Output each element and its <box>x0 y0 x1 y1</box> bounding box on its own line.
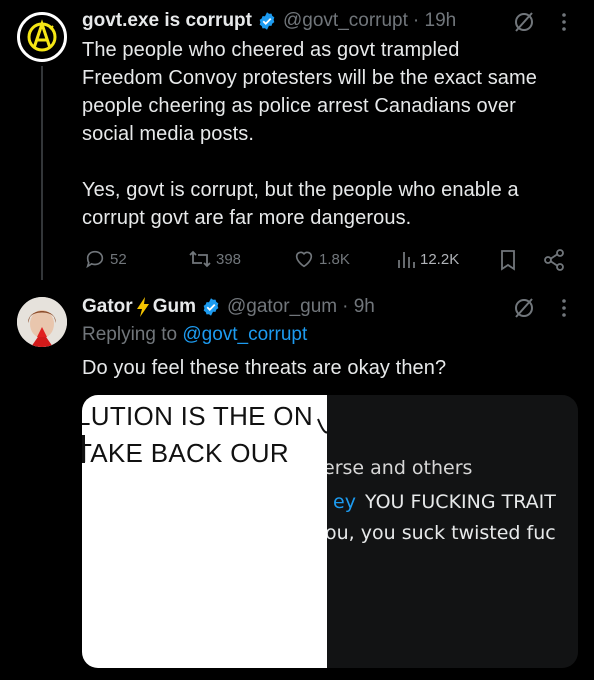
media-text-fragment <box>82 435 85 463</box>
media-text-line: erse and others <box>327 457 473 479</box>
author-handle[interactable]: @govt_corrupt <box>283 10 408 32</box>
tweet-line: Freedom Convoy protesters will be the ex… <box>82 67 537 89</box>
views-button[interactable]: 12.2K <box>396 248 459 270</box>
media-text-line: LUTION IS THE ON <box>82 401 313 431</box>
timestamp[interactable]: · 9h <box>342 296 375 318</box>
media-image-right[interactable]: erse and others ey YOU FUCKING TRAIT ou,… <box>327 395 578 668</box>
timestamp[interactable]: · 19h <box>413 10 456 32</box>
media-image-left[interactable]: LUTION IS THE ON TAKE BACK OUR <box>82 395 327 668</box>
author-handle[interactable]: @gator_gum <box>227 296 337 318</box>
author-name[interactable]: govt.exe is corrupt <box>82 10 252 32</box>
anarchy-avatar-icon <box>20 15 64 59</box>
verified-badge-icon <box>203 298 219 316</box>
user-photo-icon <box>17 297 67 347</box>
retweet-button[interactable]: 398 <box>188 248 241 270</box>
media-text-line: ou, you suck twisted fuc <box>327 522 556 544</box>
media-text-line: TAKE BACK OUR <box>82 438 289 468</box>
replying-prefix: Replying to <box>82 324 178 345</box>
tweet-text: Do you feel these threats are okay then? <box>82 357 447 379</box>
replying-to-link[interactable]: @govt_corrupt <box>182 324 307 345</box>
reply-button[interactable]: 52 <box>84 248 127 270</box>
views-icon <box>398 252 415 268</box>
retweet-count: 398 <box>216 250 242 268</box>
avatar[interactable] <box>17 297 67 347</box>
retweet-icon <box>189 250 211 268</box>
grok-icon[interactable] <box>513 11 535 33</box>
grok-icon[interactable] <box>513 297 535 319</box>
verified-badge-icon <box>259 12 275 30</box>
author-name-suffix[interactable]: Gum <box>153 296 196 318</box>
avatar[interactable] <box>17 12 67 62</box>
views-count: 12.2K <box>420 250 460 268</box>
tweet-line: people cheering as police arrest Canadia… <box>82 95 516 117</box>
tweet-line: Yes, govt is corrupt, but the people who… <box>82 179 519 201</box>
like-button[interactable]: 1.8K <box>293 248 350 270</box>
tweet-media[interactable]: LUTION IS THE ON TAKE BACK OUR erse and … <box>82 395 578 668</box>
bookmark-icon[interactable] <box>499 249 517 271</box>
tweet-line <box>82 148 582 176</box>
thread-connector <box>41 66 43 280</box>
like-icon <box>295 251 313 268</box>
more-icon[interactable] <box>560 12 568 32</box>
media-text-line: YOU FUCKING TRAIT <box>365 491 556 513</box>
tweet-text: The people who cheered as govt trampled … <box>82 36 582 232</box>
reply-count: 52 <box>110 250 127 268</box>
tweet-line: The people who cheered as govt trampled <box>82 39 460 61</box>
share-icon[interactable] <box>543 249 565 271</box>
tweet-line: social media posts. <box>82 123 254 145</box>
replying-to: Replying to @govt_corrupt <box>82 324 307 346</box>
author-name[interactable]: Gator <box>82 296 133 318</box>
tweet-line: corrupt govt are far more dangerous. <box>82 207 412 229</box>
reply-icon <box>86 250 104 269</box>
media-text-line: ey <box>333 491 356 513</box>
more-icon[interactable] <box>560 298 568 318</box>
like-count: 1.8K <box>319 250 350 268</box>
lightning-icon <box>136 297 149 317</box>
